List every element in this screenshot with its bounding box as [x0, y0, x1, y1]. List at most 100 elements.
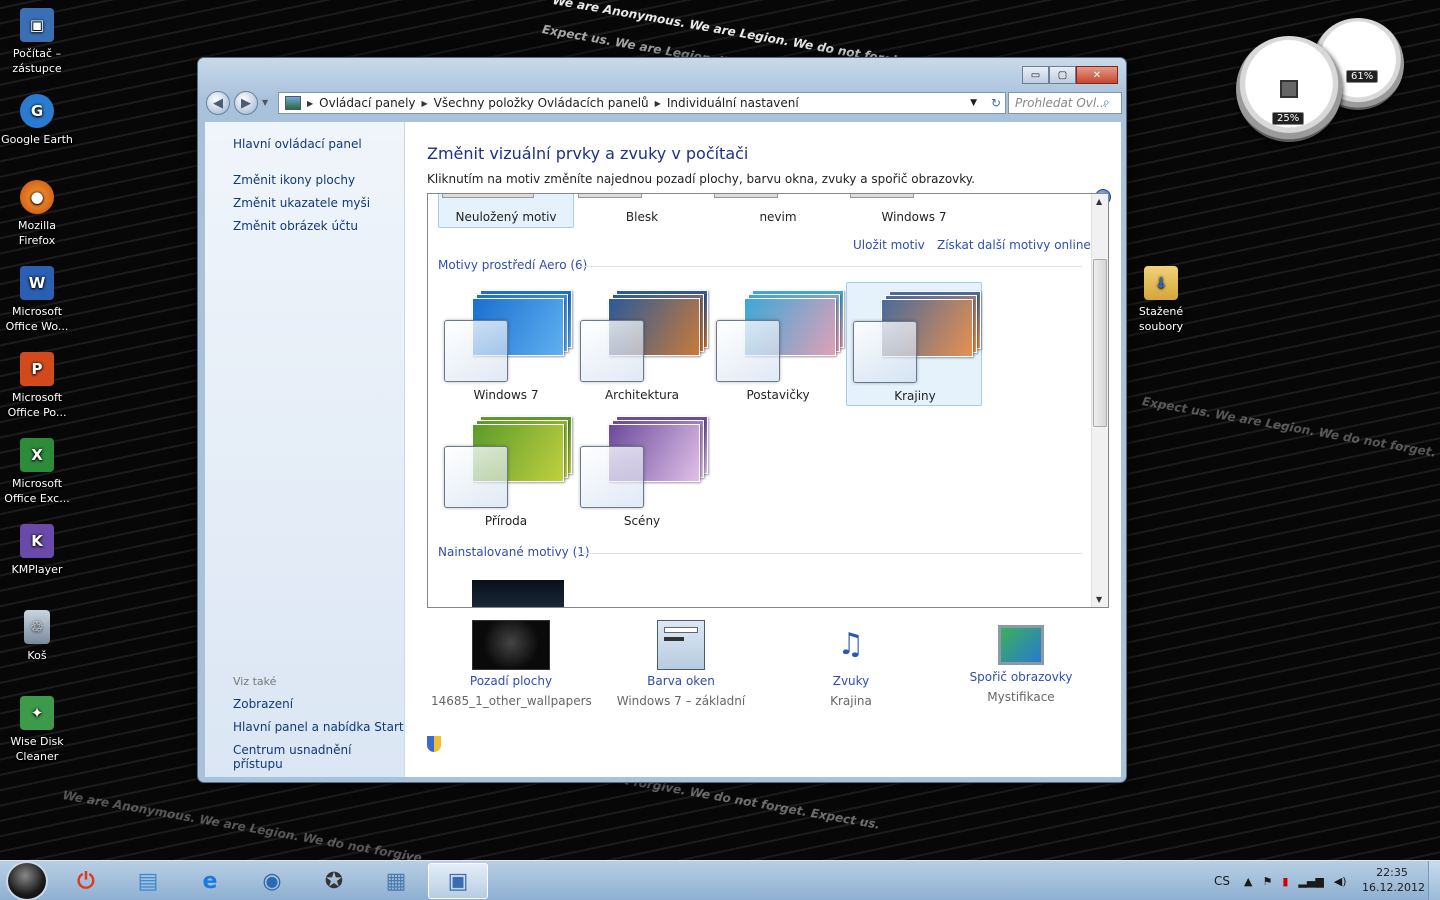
theme-tile[interactable]: Windows 7	[438, 282, 574, 406]
language-indicator[interactable]: CS	[1214, 861, 1230, 900]
theme-tile[interactable]: Krajiny	[846, 282, 982, 406]
installed-theme-thumbnail[interactable]	[472, 580, 564, 607]
sidebar-link-desktop-icons[interactable]: Změnit ikony plochy	[233, 173, 355, 187]
desktop-icon-firefox[interactable]: ● Mozilla Firefox	[0, 180, 74, 248]
theme-name[interactable]: Blesk	[577, 210, 707, 224]
save-theme-link[interactable]: Uložit motiv	[853, 238, 925, 252]
world-of-tanks-icon: ✪	[324, 868, 344, 894]
sounds-link[interactable]: Zvuky	[771, 674, 931, 688]
breadcrumb-arrow-icon: ▶	[307, 98, 314, 108]
section-divider	[578, 266, 1082, 267]
back-button[interactable]: ◀	[206, 91, 230, 115]
scrollbar-thumb[interactable]	[1093, 259, 1107, 427]
desktop-icon-recycle-bin[interactable]: ♲ Koš	[0, 610, 74, 663]
sidebar-link-account-picture[interactable]: Změnit obrázek účtu	[233, 219, 358, 233]
desktop-icon-label: Microsoft Office Exc...	[4, 477, 70, 505]
desktop-icon-kmplayer[interactable]: K KMPlayer	[0, 524, 74, 577]
theme-thumbnail	[850, 194, 914, 198]
theme-window-color-swatch	[580, 446, 644, 508]
sidebar-link-taskbar-start[interactable]: Hlavní panel a nabídka Start	[233, 720, 404, 734]
show-hidden-icons-icon[interactable]: ▲	[1244, 875, 1252, 888]
firefox-icon: ●	[20, 180, 54, 214]
sounds-setting[interactable]: ♫ Zvuky Krajina	[771, 620, 931, 708]
taskbar-button[interactable]: e	[180, 863, 240, 899]
breadcrumb-item[interactable]: Všechny položky Ovládacích panelů	[434, 96, 649, 110]
minimize-button[interactable]: ▭	[1022, 66, 1049, 84]
theme-list-scrollbar[interactable]: ▲ ▼	[1091, 194, 1108, 607]
theme-tile[interactable]: Architektura	[574, 282, 710, 406]
sidebar-link-mouse-pointers[interactable]: Změnit ukazatele myši	[233, 196, 370, 210]
taskbar-button[interactable]: ▦	[366, 863, 426, 899]
taskbar-button[interactable]: ▣	[428, 863, 488, 899]
search-icon[interactable]: ⌕	[1103, 95, 1110, 110]
theme-name[interactable]: Neuložený motiv	[441, 210, 571, 224]
taskbar-button[interactable]: ▤	[118, 863, 178, 899]
word-icon: W	[20, 266, 54, 300]
screensaver-setting[interactable]: Spořič obrazovky Mystifikace	[941, 620, 1101, 704]
page-subtitle: Kliknutím na motiv změníte najednou poza…	[427, 172, 975, 186]
desktop-icon-google-earth[interactable]: G Google Earth	[0, 94, 74, 147]
powerpoint-icon: P	[20, 352, 54, 386]
recent-pages-chevron-icon[interactable]: ▼	[262, 98, 268, 107]
sidebar-link-control-panel-home[interactable]: Hlavní ovládací panel	[233, 137, 362, 151]
taskbar-button[interactable]: ✪	[304, 863, 364, 899]
desktop-icon-powerpoint[interactable]: P Microsoft Office Po...	[0, 352, 74, 420]
desktop-background-setting[interactable]: Pozadí plochy 14685_1_other_wallpapers_a…	[431, 620, 591, 708]
sounds-icon: ♫	[837, 627, 865, 662]
get-more-themes-link[interactable]: Získat další motivy online	[937, 238, 1091, 252]
show-desktop-button[interactable]	[1428, 861, 1440, 900]
maximize-button[interactable]: ▢	[1049, 66, 1076, 84]
theme-window-color-swatch	[716, 320, 780, 382]
breadcrumb-arrow-icon: ▶	[654, 98, 661, 108]
navigation-bar: ◀ ▶ ▼ ▶ Ovládací panely ▶ Všechny položk…	[206, 90, 1122, 116]
action-center-flag-icon[interactable]: ⚑	[1262, 875, 1272, 888]
theme-name[interactable]: Windows 7	[849, 210, 979, 224]
installed-themes-heading: Nainstalované motivy (1)	[438, 545, 590, 559]
refresh-icon[interactable]: ↻	[991, 96, 1001, 110]
theme-list[interactable]: Neuložený motiv Blesk nevim Windows 7 Ul…	[427, 193, 1109, 608]
desktop-background-link[interactable]: Pozadí plochy	[431, 674, 591, 688]
theme-tile[interactable]: Příroda	[438, 408, 574, 532]
page-title: Změnit vizuální prvky a zvuky v počítači	[427, 144, 749, 163]
theme-name[interactable]: nevim	[713, 210, 843, 224]
sidebar-link-display[interactable]: Zobrazení	[233, 697, 293, 711]
cpu-meter-gadget[interactable]: 25%	[1236, 36, 1342, 142]
taskbar-button[interactable]: ⏻	[56, 863, 116, 899]
address-bar[interactable]: ▶ Ovládací panely ▶ Všechny položky Ovlá…	[278, 92, 1006, 114]
theme-tile[interactable]: Postavičky	[710, 282, 846, 406]
volume-icon[interactable]: ◀)	[1334, 875, 1347, 888]
internet-explorer-icon: e	[202, 868, 218, 894]
screensaver-link[interactable]: Spořič obrazovky	[941, 670, 1101, 684]
desktop-icon-downloads[interactable]: ↓ Stažené soubory	[1124, 266, 1198, 334]
theme-tile[interactable]: Scény	[574, 408, 710, 532]
desktop-icon-label: Google Earth	[1, 133, 73, 146]
start-button[interactable]	[6, 861, 48, 900]
google-earth-icon: G	[20, 94, 54, 128]
close-button[interactable]: ✕	[1076, 66, 1118, 84]
breadcrumb-item[interactable]: Individuální nastavení	[667, 96, 799, 110]
desktop-icon-wise-disk-cleaner[interactable]: ✦ Wise Disk Cleaner	[0, 696, 74, 764]
desktop-icon-computer[interactable]: ▣ Počítač – zástupce	[0, 8, 74, 76]
theme-window-color-swatch	[580, 320, 644, 382]
notes-app-icon: ▤	[137, 868, 159, 894]
breadcrumb-item[interactable]: Ovládací panely	[319, 96, 415, 110]
shield-icon	[427, 736, 441, 752]
window-color-link[interactable]: Barva oken	[601, 674, 761, 688]
desktop-icon-label: Microsoft Office Po...	[7, 391, 67, 419]
scroll-down-icon[interactable]: ▼	[1096, 595, 1102, 604]
cpu-chip-icon	[1280, 80, 1298, 98]
sidebar-link-ease-of-access[interactable]: Centrum usnadnění přístupu	[233, 743, 404, 771]
browser-app-icon: ◉	[262, 868, 282, 894]
theme-name: Scény	[623, 514, 661, 528]
network-signal-icon[interactable]: ▂▄▆	[1298, 875, 1323, 888]
aero-troubleshoot[interactable]	[427, 736, 447, 752]
forward-button[interactable]: ▶	[234, 91, 258, 115]
desktop-icon-excel[interactable]: X Microsoft Office Exc...	[0, 438, 74, 506]
scroll-up-icon[interactable]: ▲	[1096, 197, 1102, 206]
desktop-icon-word[interactable]: W Microsoft Office Wo...	[0, 266, 74, 334]
taskbar-button[interactable]: ◉	[242, 863, 302, 899]
clock[interactable]: 22:35 16.12.2012	[1362, 865, 1425, 895]
battery-icon[interactable]: ▮	[1282, 875, 1288, 888]
window-color-setting[interactable]: Barva oken Windows 7 – základní	[601, 620, 761, 708]
address-dropdown-icon[interactable]: ▼	[970, 98, 977, 108]
